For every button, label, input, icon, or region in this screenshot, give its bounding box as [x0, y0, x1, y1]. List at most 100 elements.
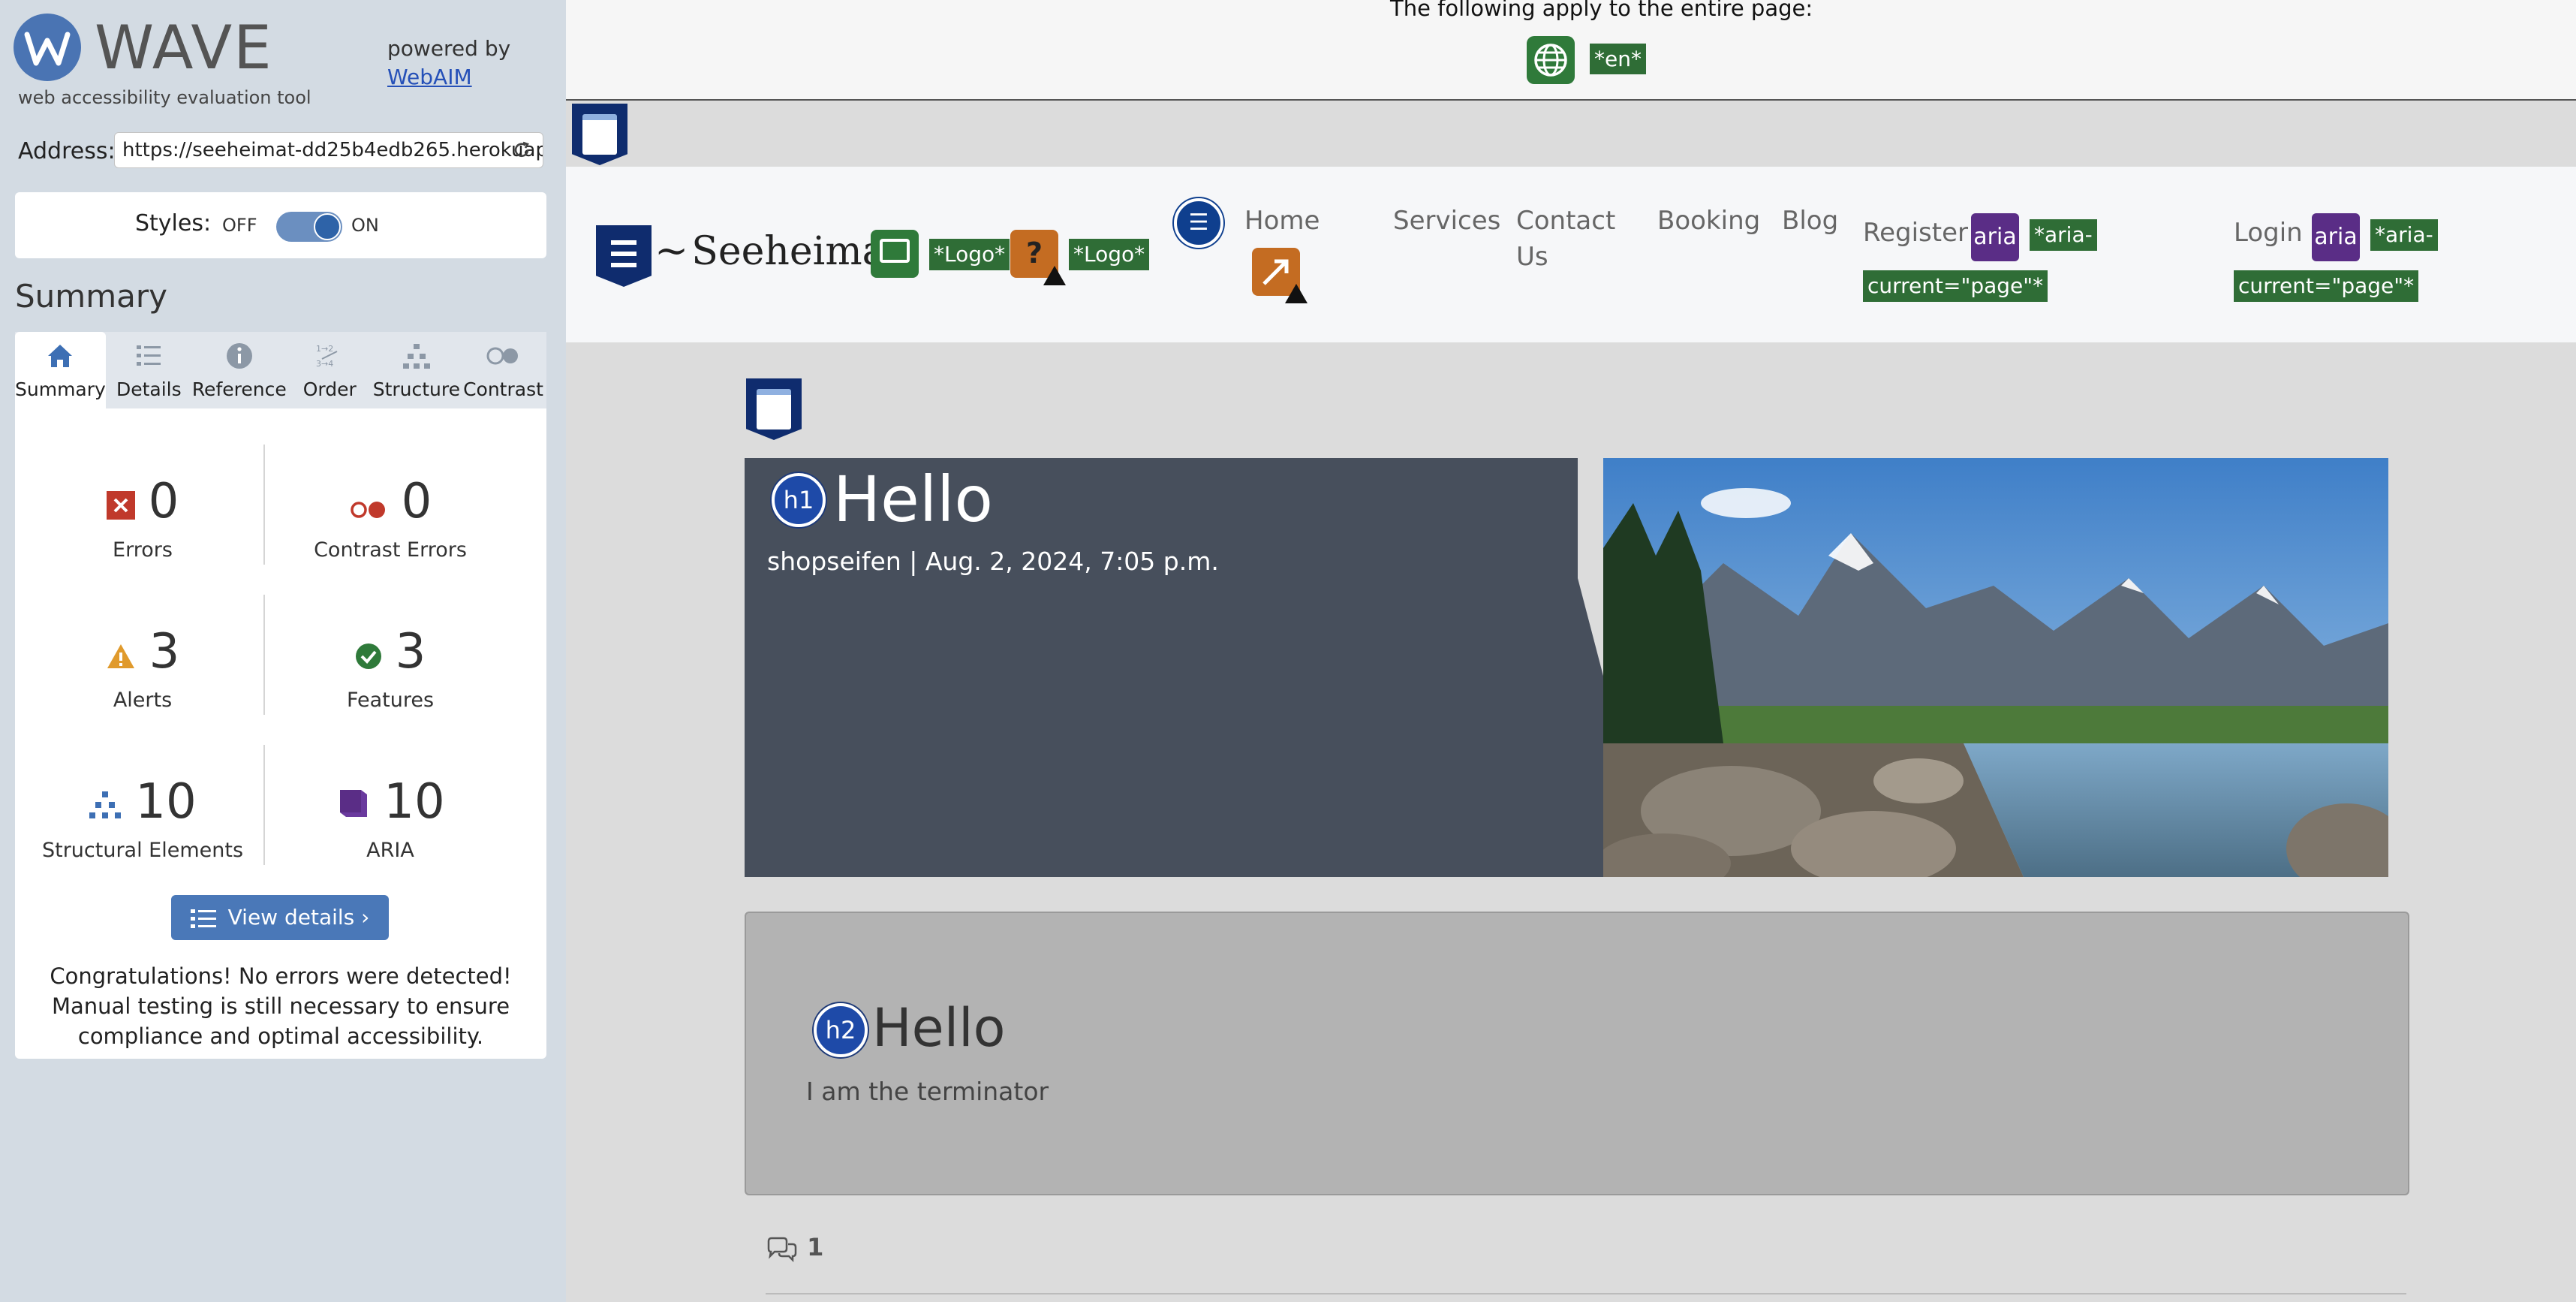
site-navbar: ~Seeheimat *Logo* ? *Logo* Home Services… [566, 167, 2576, 342]
lang-tag[interactable]: *en* [1590, 44, 1646, 74]
comments-counter[interactable]: 1 [766, 1233, 823, 1263]
summary-heading: Summary [15, 278, 167, 315]
hero-title: Hello [833, 463, 993, 536]
contrast-errors-label: Contrast Errors [314, 538, 467, 562]
linked-image-icon[interactable] [871, 230, 919, 278]
tab-order[interactable]: 1→2 3→4 Order [287, 332, 373, 408]
contrast-icon [460, 341, 546, 372]
region-icon[interactable] [572, 104, 627, 165]
stat-errors[interactable]: 0 Errors [23, 472, 263, 562]
tab-label: Structure [372, 378, 460, 400]
site-brand[interactable]: ~Seeheimat [655, 227, 901, 274]
summary-panel: 0 Errors 0 Contrast Errors 3 Alerts 3 Fe… [15, 408, 546, 1059]
wave-logo-icon[interactable] [14, 14, 81, 81]
address-input[interactable]: https://seeheimat-dd25b4edb265.herokuapp… [114, 132, 543, 168]
aria-icon[interactable]: aria [2312, 213, 2360, 261]
wave-tabs: Summary Details Reference 1→2 3→4 Order [15, 332, 546, 408]
aria-current-tag[interactable]: *aria- [2030, 219, 2097, 251]
aria-current-tag-cont[interactable]: current="page"* [2234, 270, 2419, 302]
list-icon [106, 341, 192, 372]
order-icon: 1→2 3→4 [287, 341, 373, 372]
contrast-error-icon [349, 474, 388, 534]
comment-icon [767, 1237, 797, 1263]
home-icon [15, 341, 106, 372]
list-icon[interactable] [1174, 198, 1223, 248]
contact-line-2: Us [1516, 242, 1548, 272]
suspicious-alt-icon[interactable]: ? [1010, 230, 1066, 285]
aria-cube-icon [336, 774, 370, 834]
divider [263, 595, 265, 715]
stat-features[interactable]: 3 Features [270, 622, 510, 712]
error-icon [106, 474, 135, 534]
divider [766, 1293, 2406, 1294]
structure-icon [373, 341, 460, 372]
stat-contrast-errors[interactable]: 0 Contrast Errors [270, 472, 510, 562]
logo-alt-tag-2[interactable]: *Logo* [1069, 239, 1150, 270]
feature-check-icon [355, 624, 382, 684]
logo-alt-tag-1[interactable]: *Logo* [929, 239, 1010, 270]
list-icon [190, 909, 216, 928]
nav-login[interactable]: Login [2234, 215, 2303, 251]
stat-alerts[interactable]: 3 Alerts [23, 622, 263, 712]
webaim-link[interactable]: WebAIM [387, 63, 510, 92]
nav-booking[interactable]: Booking [1657, 203, 1760, 239]
aria-current-tag-cont[interactable]: current="page"* [1863, 270, 2048, 302]
styles-toggle-panel: Styles: OFF ON [15, 192, 546, 258]
alert-icon [106, 624, 136, 684]
tab-label: Contrast [463, 378, 543, 400]
divider [263, 445, 265, 565]
view-details-button[interactable]: View details › [171, 895, 389, 940]
features-count: 3 [395, 624, 426, 680]
structure-icon [89, 774, 122, 834]
main-region-icon[interactable] [746, 378, 802, 440]
powered-by-label: powered by [387, 36, 511, 61]
mountain-lake-image [1603, 458, 2388, 877]
nav-blog[interactable]: Blog [1782, 203, 1838, 239]
tab-summary[interactable]: Summary [15, 332, 106, 408]
contact-line-1: Contact [1516, 206, 1616, 236]
features-label: Features [346, 689, 435, 713]
hero-section: h1 Hello shopseifen | Aug. 2, 2024, 7:05… [745, 458, 2388, 877]
tab-details[interactable]: Details [106, 332, 192, 408]
contrast-errors-count: 0 [401, 474, 432, 529]
app-window: WAVE web accessibility evaluation tool p… [0, 0, 2576, 1302]
stat-aria[interactable]: 10 ARIA [270, 772, 510, 862]
h1-badge[interactable]: h1 [772, 473, 826, 527]
errors-label: Errors [113, 538, 173, 562]
nav-home[interactable]: Home [1244, 203, 1320, 239]
card-text: I am the terminator [806, 1077, 1049, 1106]
aria-current-tag[interactable]: *aria- [2370, 219, 2438, 251]
info-icon [192, 341, 287, 372]
card-title: Hello [872, 997, 1006, 1059]
redundant-link-icon[interactable] [1252, 248, 1308, 303]
h2-badge[interactable]: h2 [814, 1003, 868, 1057]
alerts-label: Alerts [113, 689, 173, 713]
tab-reference[interactable]: Reference [192, 332, 287, 408]
aria-icon[interactable]: aria [1971, 213, 2019, 261]
congrats-message: Congratulations! No errors were detected… [50, 963, 512, 1049]
reload-icon[interactable] [512, 140, 531, 160]
wave-sidebar: WAVE web accessibility evaluation tool p… [0, 0, 566, 1302]
errors-count: 0 [148, 474, 179, 529]
header-region-icon[interactable] [596, 225, 652, 287]
styles-toggle[interactable] [276, 212, 342, 242]
wave-wordmark: WAVE [95, 13, 273, 83]
tab-label: Reference [191, 378, 287, 400]
toggle-knob [314, 213, 341, 240]
nav-contact-us[interactable]: Contact Us [1516, 203, 1615, 275]
stat-structural[interactable]: 10 Structural Elements [23, 772, 263, 862]
address-label: Address: [18, 138, 116, 164]
powered-by: powered by WebAIM [387, 35, 510, 92]
tab-label: Details [116, 378, 182, 400]
globe-icon[interactable] [1527, 36, 1575, 84]
alerts-count: 3 [149, 624, 180, 680]
post-card: h2 Hello I am the terminator [745, 912, 2409, 1195]
styles-off-label: OFF [222, 215, 257, 236]
svg-text:3→4: 3→4 [316, 359, 333, 369]
tab-contrast[interactable]: Contrast [460, 332, 546, 408]
nav-register[interactable]: Register [1863, 215, 1968, 251]
banner-text: The following apply to the entire page: [1390, 0, 1813, 21]
nav-services[interactable]: Services [1393, 203, 1500, 239]
aria-count: 10 [384, 774, 445, 830]
tab-structure[interactable]: Structure [373, 332, 460, 408]
